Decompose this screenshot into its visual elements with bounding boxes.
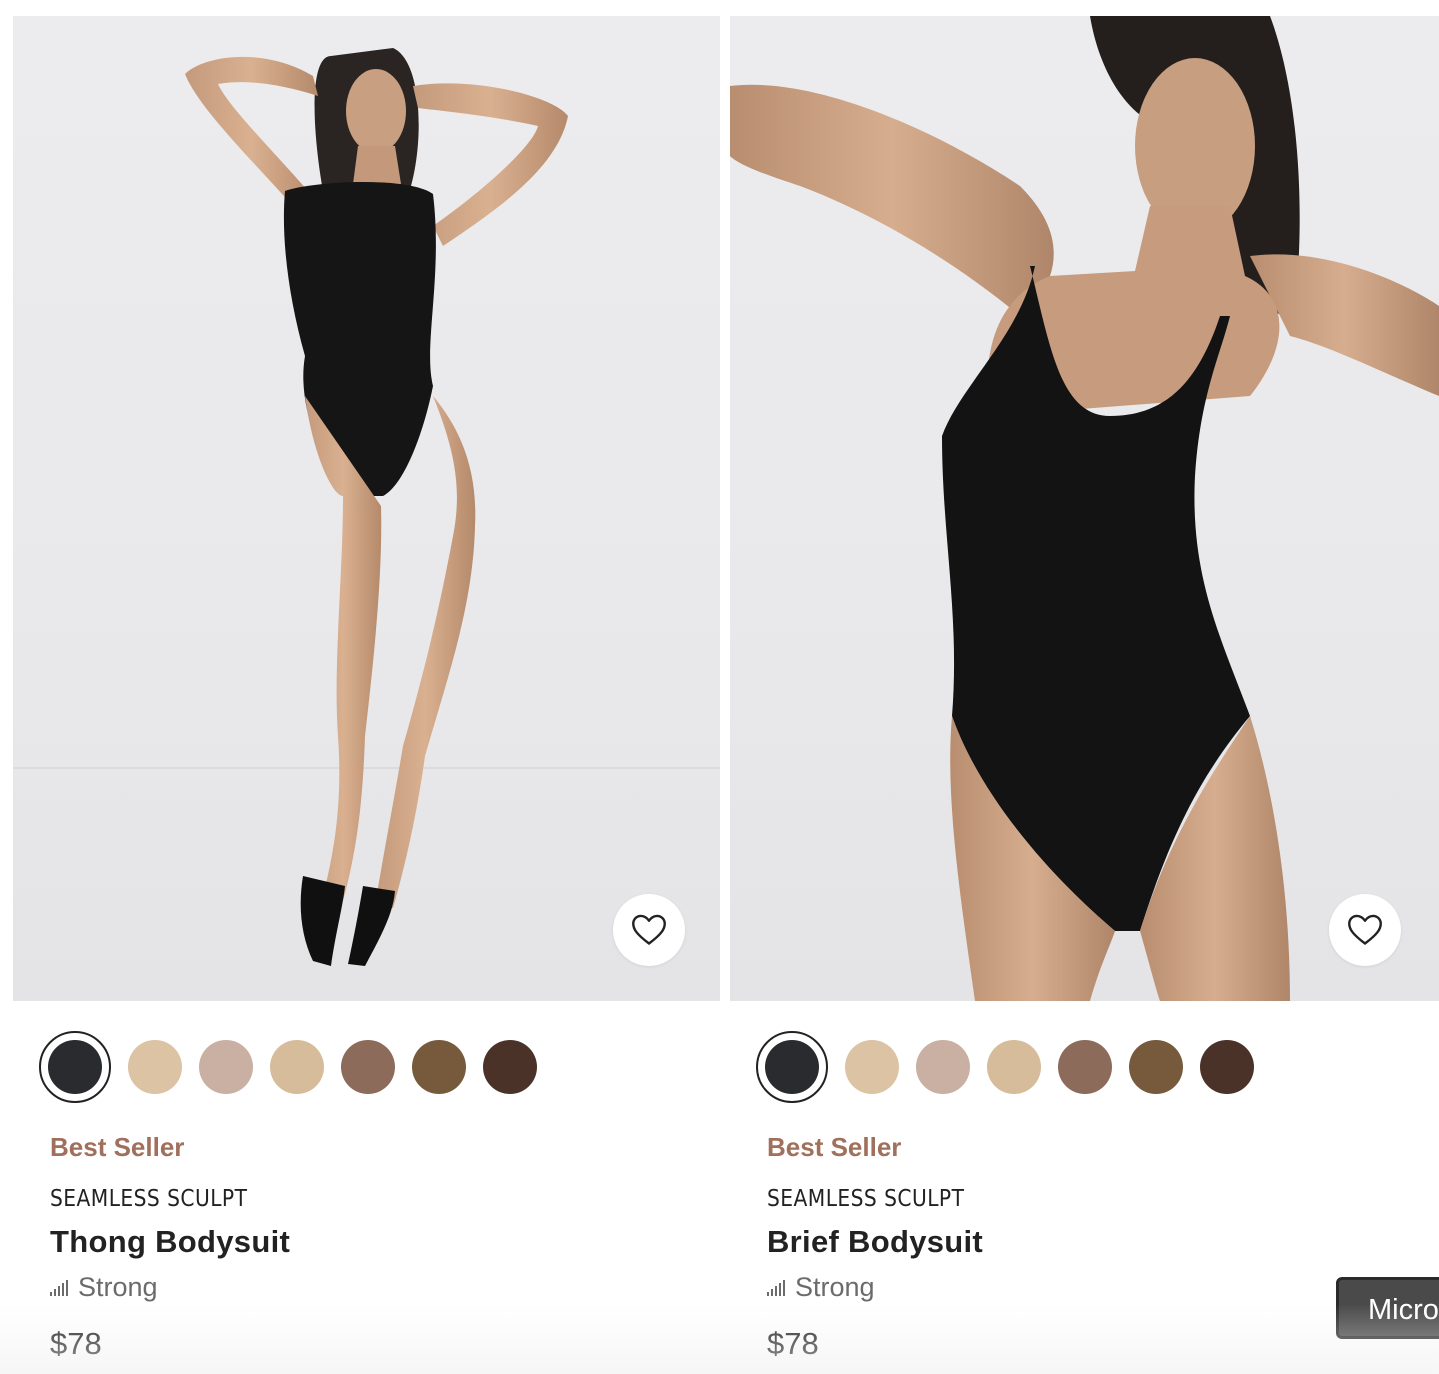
product-image[interactable]	[13, 16, 720, 1001]
best-seller-badge: Best Seller	[767, 1132, 902, 1162]
color-swatch[interactable]	[1129, 1040, 1183, 1094]
color-swatch-selected[interactable]	[756, 1031, 828, 1103]
product-card[interactable]: Best Seller SEAMLESS SCULPT Thong Bodysu…	[13, 16, 720, 1374]
model-photo-close-up	[730, 16, 1439, 1001]
color-swatch[interactable]	[483, 1040, 537, 1094]
support-level-label: Strong	[78, 1272, 158, 1302]
product-price: $78	[767, 1326, 819, 1361]
color-swatch[interactable]	[987, 1040, 1041, 1094]
product-card[interactable]: Best Seller SEAMLESS SCULPT Brief Bodysu…	[730, 16, 1439, 1374]
signal-bars-icon	[50, 1279, 68, 1296]
color-swatches	[39, 1031, 537, 1103]
collection-name: SEAMLESS SCULPT	[767, 1186, 965, 1212]
wishlist-button[interactable]	[613, 894, 685, 966]
color-swatch[interactable]	[199, 1040, 253, 1094]
color-swatch[interactable]	[270, 1040, 324, 1094]
heart-outline-icon	[1348, 914, 1382, 945]
floating-chip[interactable]: Micro	[1336, 1277, 1439, 1339]
color-swatch[interactable]	[916, 1040, 970, 1094]
color-swatch[interactable]	[1058, 1040, 1112, 1094]
support-level: Strong	[767, 1272, 875, 1303]
model-photo-full-length	[13, 48, 720, 966]
color-swatch[interactable]	[128, 1040, 182, 1094]
product-price: $78	[50, 1326, 102, 1361]
wishlist-button[interactable]	[1329, 894, 1401, 966]
product-name[interactable]: Brief Bodysuit	[767, 1224, 983, 1260]
color-swatches	[756, 1031, 1254, 1103]
heart-outline-icon	[632, 914, 666, 945]
product-grid: Best Seller SEAMLESS SCULPT Thong Bodysu…	[0, 0, 1439, 1374]
color-swatch[interactable]	[845, 1040, 899, 1094]
signal-bars-icon	[767, 1279, 785, 1296]
color-swatch-selected[interactable]	[39, 1031, 111, 1103]
color-swatch[interactable]	[341, 1040, 395, 1094]
product-image[interactable]	[730, 16, 1439, 1001]
color-swatch[interactable]	[1200, 1040, 1254, 1094]
collection-name: SEAMLESS SCULPT	[50, 1186, 248, 1212]
best-seller-badge: Best Seller	[50, 1132, 185, 1162]
support-level-label: Strong	[795, 1272, 875, 1302]
support-level: Strong	[50, 1272, 158, 1303]
product-name[interactable]: Thong Bodysuit	[50, 1224, 290, 1260]
color-swatch[interactable]	[412, 1040, 466, 1094]
